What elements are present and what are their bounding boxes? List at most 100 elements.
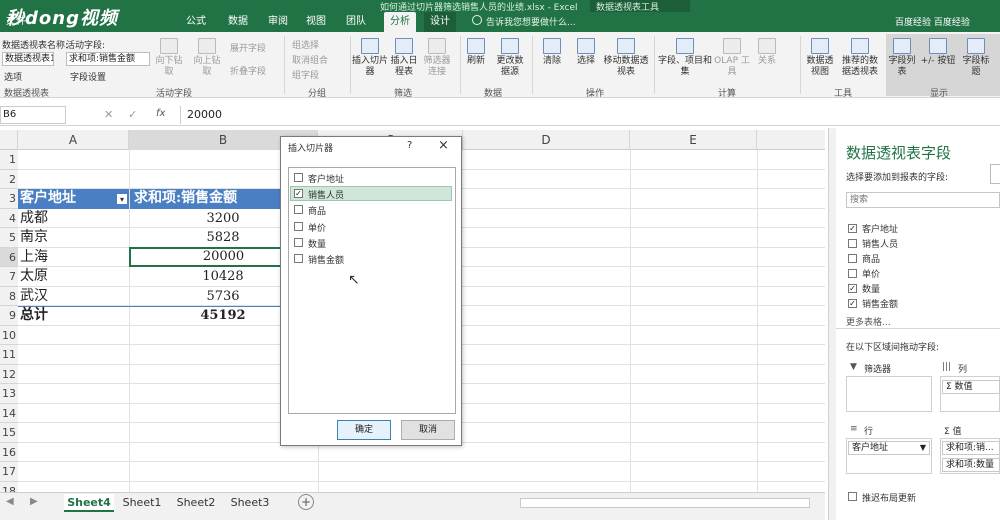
tab-analyze[interactable]: 分析	[384, 12, 416, 32]
enter-icon[interactable]: ✓	[128, 108, 137, 121]
slicer-field-checkbox[interactable]	[294, 173, 303, 182]
olap-tools-button[interactable]: OLAP 工具	[714, 38, 750, 78]
ok-button[interactable]: 确定	[337, 420, 391, 440]
row-header[interactable]: 16	[0, 442, 18, 462]
row-header[interactable]: 11	[0, 345, 18, 365]
field-checkbox[interactable]: ✓	[848, 224, 857, 233]
column-header-a[interactable]: A	[18, 130, 129, 150]
insert-slicer-button[interactable]: 插入切片器	[352, 38, 388, 78]
field-headers-button[interactable]: 字段标题	[960, 38, 992, 78]
slicer-field-checkbox[interactable]: ✓	[294, 189, 303, 199]
insert-timeline-button[interactable]: 插入日程表	[388, 38, 420, 78]
pivot-row-label[interactable]: 上海	[20, 248, 128, 268]
slicer-field-checkbox[interactable]	[294, 221, 303, 231]
expand-field-button[interactable]: 展开字段	[230, 41, 266, 54]
scroll-left-icon[interactable]: ◀	[6, 496, 14, 507]
group-selection-button[interactable]: 组选择	[292, 38, 319, 51]
drill-up-button[interactable]: 向上钻取	[190, 38, 224, 78]
row-header[interactable]: 7	[0, 267, 18, 287]
filters-drop-area[interactable]	[846, 376, 932, 412]
field-settings-button[interactable]: 字段设置	[70, 70, 106, 83]
slicer-field-checkbox[interactable]	[294, 205, 303, 215]
field-checkbox[interactable]: ✓	[848, 284, 857, 293]
fields-items-sets-button[interactable]: 字段、项目和集	[656, 38, 714, 78]
options-button[interactable]: 选项	[4, 70, 22, 83]
tab-data[interactable]: 数据	[222, 12, 254, 32]
tab-review[interactable]: 审阅	[262, 12, 294, 32]
cancel-button[interactable]: 取消	[401, 420, 455, 440]
row-header[interactable]: 5	[0, 228, 18, 248]
active-field-input[interactable]: 求和项:销售金额	[66, 52, 150, 66]
row-header[interactable]: 9	[0, 306, 18, 326]
sheet-tab-sheet4[interactable]: Sheet4	[64, 494, 114, 512]
rows-field-chip[interactable]: 客户地址 ▼	[848, 441, 930, 455]
clear-button[interactable]: 清除	[536, 38, 568, 67]
pivot-chart-button[interactable]: 数据透视图	[804, 38, 836, 78]
select-all-corner[interactable]	[0, 130, 18, 150]
horizontal-scrollbar[interactable]	[520, 498, 810, 508]
help-icon[interactable]: ?	[407, 140, 412, 151]
collapse-field-button[interactable]: 折叠字段	[230, 64, 266, 77]
pivot-header-row-label[interactable]: 客户地址 ▾	[18, 189, 129, 209]
tab-team[interactable]: 团队	[340, 12, 372, 32]
cancel-icon[interactable]: ✕	[104, 108, 113, 121]
move-pivot-button[interactable]: 移动数据透视表	[602, 38, 650, 78]
slicer-field-checkbox[interactable]	[294, 254, 303, 263]
drill-down-button[interactable]: 向下钻取	[152, 38, 186, 78]
select-button[interactable]: 选择	[570, 38, 602, 67]
slicer-field-checkbox[interactable]	[294, 237, 303, 247]
name-box[interactable]: B6	[0, 106, 66, 124]
relationships-button[interactable]: 关系	[752, 38, 782, 67]
pivot-name-input[interactable]: 数据透视表1	[2, 52, 54, 66]
tab-design[interactable]: 设计	[424, 12, 456, 32]
columns-values-chip[interactable]: Σ 数值	[942, 380, 1000, 394]
pane-settings-icon[interactable]	[990, 164, 1000, 184]
tab-formulas[interactable]: 公式	[180, 12, 212, 32]
values-field-chip[interactable]: 求和项:销...	[942, 441, 1000, 455]
user-account[interactable]: 百度经验 百度经验	[895, 15, 970, 28]
pivot-header-value[interactable]: 求和项:销售金额	[130, 189, 280, 209]
sheet-tab-sheet1[interactable]: Sheet1	[118, 494, 166, 512]
chip-dropdown-icon[interactable]: ▼	[920, 442, 926, 454]
tell-me-search[interactable]: 告诉我您想要做什么...	[486, 15, 576, 28]
close-icon[interactable]: ×	[438, 138, 449, 153]
values-field-chip[interactable]: 求和项:数量	[942, 458, 1000, 472]
row-header[interactable]: 10	[0, 325, 18, 345]
plus-minus-buttons-button[interactable]: +/- 按钮	[918, 38, 958, 67]
pivot-row-label[interactable]: 武汉	[20, 287, 128, 307]
sheet-tab-sheet2[interactable]: Sheet2	[172, 494, 220, 512]
column-header-e[interactable]: E	[630, 130, 757, 150]
sheet-tab-sheet3[interactable]: Sheet3	[226, 494, 274, 512]
row-header[interactable]: 3	[0, 189, 18, 209]
row-header[interactable]: 15	[0, 423, 18, 443]
field-checkbox[interactable]: ✓	[848, 299, 857, 308]
row-header[interactable]: 17	[0, 462, 18, 482]
refresh-button[interactable]: 刷新	[462, 38, 490, 67]
column-header-d[interactable]: D	[463, 130, 630, 150]
row-header[interactable]: 13	[0, 384, 18, 404]
scroll-right-icon[interactable]: ▶	[30, 496, 38, 507]
row-header[interactable]: 4	[0, 208, 18, 228]
tab-file[interactable]: 文件	[0, 12, 32, 32]
vertical-scrollbar[interactable]	[828, 128, 836, 520]
ungroup-button[interactable]: 取消组合	[292, 53, 328, 66]
filter-connections-button[interactable]: 筛选器连接	[420, 38, 454, 78]
row-header[interactable]: 1	[0, 150, 18, 170]
field-list-button[interactable]: 字段列表	[888, 38, 916, 78]
field-checkbox[interactable]	[848, 269, 857, 278]
row-header[interactable]: 6	[0, 247, 18, 267]
formula-input[interactable]: 20000	[180, 106, 820, 124]
row-header[interactable]: 14	[0, 403, 18, 423]
defer-update-checkbox[interactable]	[848, 492, 857, 501]
grand-total-label[interactable]: 总计	[20, 306, 128, 326]
group-field-button[interactable]: 组字段	[292, 68, 319, 81]
field-checkbox[interactable]	[848, 239, 857, 248]
field-checkbox[interactable]	[848, 254, 857, 263]
recommended-pivot-button[interactable]: 推荐的数据透视表	[838, 38, 882, 78]
add-sheet-icon[interactable]: +	[298, 494, 314, 510]
more-tables-link[interactable]: 更多表格...	[846, 315, 891, 328]
row-header[interactable]: 2	[0, 169, 18, 189]
row-header[interactable]: 12	[0, 364, 18, 384]
pivot-row-label[interactable]: 南京	[20, 228, 128, 248]
filter-dropdown-icon[interactable]: ▾	[117, 194, 127, 204]
